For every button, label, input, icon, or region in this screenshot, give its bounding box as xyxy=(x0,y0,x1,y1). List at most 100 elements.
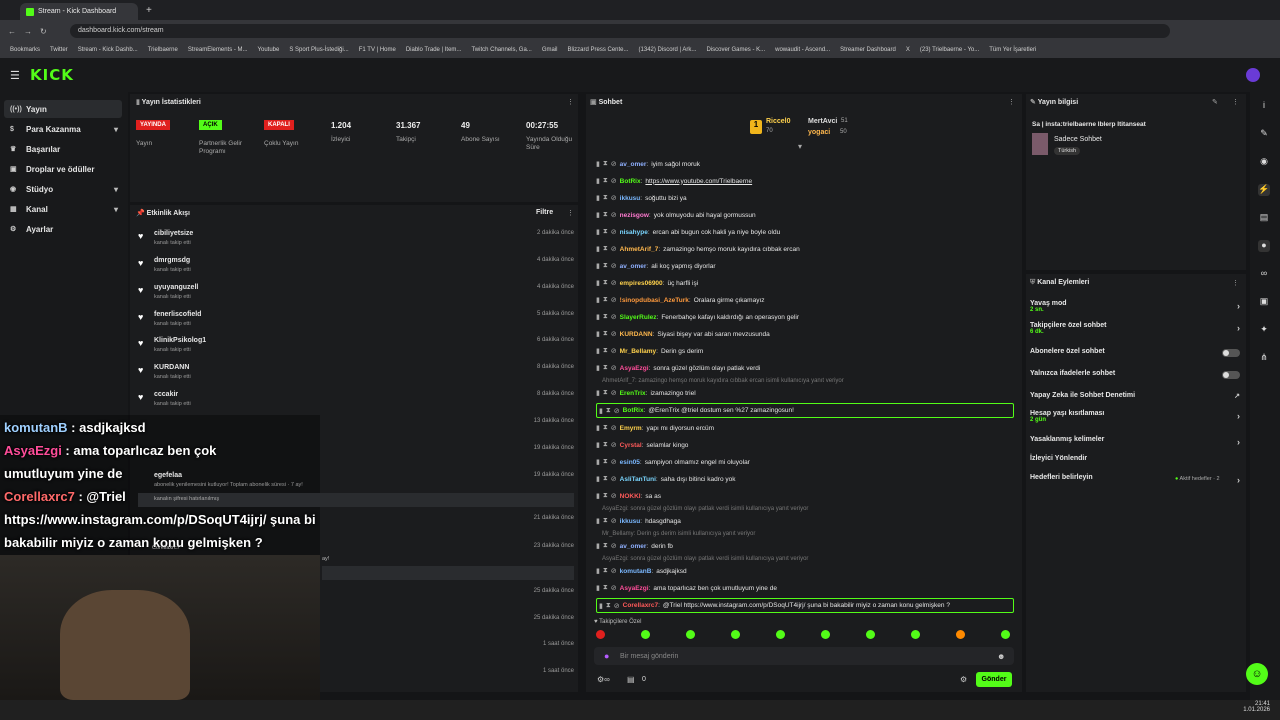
filter-button[interactable]: Filtre xyxy=(536,209,553,216)
top-gifter-2[interactable]: MertAvci xyxy=(808,118,837,125)
browser-tab[interactable]: Stream - Kick Dashboard xyxy=(20,3,138,20)
pin-message-icon[interactable]: ▮ xyxy=(596,517,600,525)
chat-input-placeholder[interactable]: Bir mesaj gönderin xyxy=(620,653,678,660)
bookmark-item[interactable]: Diablo Trade | Item... xyxy=(406,47,462,53)
channel-action[interactable]: Takipçilere özel sohbet 6 dk. › xyxy=(1030,322,1240,335)
bolt-icon[interactable]: ⚡ xyxy=(1258,184,1270,196)
chevron-right-icon[interactable]: › xyxy=(1237,437,1240,447)
chat-username[interactable]: nisahype xyxy=(620,229,648,236)
timeout-icon[interactable]: ⧗ xyxy=(603,517,608,525)
chat-settings-icon[interactable]: ⚙ xyxy=(960,675,967,684)
pin-message-icon[interactable]: ▮ xyxy=(596,458,600,466)
bookmark-item[interactable]: Twitch Channels, Ga... xyxy=(471,47,531,53)
emote-icon[interactable] xyxy=(1001,630,1010,639)
ban-icon[interactable]: ⊘ xyxy=(614,407,620,415)
reload-icon[interactable]: ↻ xyxy=(40,27,47,36)
chat-username[interactable]: AsyaEzgi xyxy=(620,365,649,372)
new-tab-icon[interactable]: + xyxy=(146,5,152,16)
mod-tools-icon[interactable]: ⚙∞ xyxy=(597,675,610,684)
pin-message-icon[interactable]: ▮ xyxy=(596,296,600,304)
chat-username[interactable]: AsyaEzgi xyxy=(620,585,649,592)
menu-icon[interactable]: ☰ xyxy=(10,69,20,82)
timeout-icon[interactable]: ⧗ xyxy=(603,424,608,432)
chevron-right-icon[interactable]: › xyxy=(1237,301,1240,311)
activity-more-icon[interactable]: ⋮ xyxy=(567,209,574,217)
sidebar-item-1[interactable]: $ Para Kazanma ▾ xyxy=(4,120,122,138)
chat-username[interactable]: Cyrstal xyxy=(620,442,642,449)
bookmark-item[interactable]: Streamer Dashboard xyxy=(840,47,896,53)
timeout-icon[interactable]: ⧗ xyxy=(603,492,608,500)
timeout-icon[interactable]: ⧗ xyxy=(603,296,608,304)
timeout-icon[interactable]: ⧗ xyxy=(603,313,608,321)
reply-context[interactable]: AhmetArif_7: zamazingo hemşo moruk kayıd… xyxy=(602,378,844,384)
chat-username[interactable]: Mr_Bellamy xyxy=(620,348,657,355)
chat-username[interactable]: av_omer xyxy=(620,161,647,168)
sidebar-item-5[interactable]: ▦ Kanal ▾ xyxy=(4,200,122,218)
ban-icon[interactable]: ⊘ xyxy=(611,330,617,338)
external-link-icon[interactable]: ↗ xyxy=(1234,392,1240,400)
ban-icon[interactable]: ⊘ xyxy=(614,602,620,610)
emote-icon[interactable] xyxy=(596,630,605,639)
reply-context[interactable]: AsyaEzgi: sonra güzel gözlüm olayı patla… xyxy=(602,506,808,512)
ban-icon[interactable]: ⊘ xyxy=(611,584,617,592)
chat-username[interactable]: BotRix xyxy=(623,407,644,414)
link-icon[interactable]: ∞ xyxy=(1258,268,1270,280)
ban-icon[interactable]: ⊘ xyxy=(611,364,617,372)
chat-username[interactable]: ikkusu xyxy=(620,195,641,202)
clip-icon[interactable]: ▤ xyxy=(627,675,635,684)
timeout-icon[interactable]: ⧗ xyxy=(603,542,608,550)
pin-message-icon[interactable]: ▮ xyxy=(596,228,600,236)
channel-action[interactable]: Yalnızca ifadelerle sohbet xyxy=(1030,370,1240,377)
sidebar-item-6[interactable]: ⚙ Ayarlar xyxy=(4,220,122,238)
chat-username[interactable]: NOKKI xyxy=(620,493,641,500)
bookmark-item[interactable]: F1 TV | Home xyxy=(359,47,396,53)
kick-logo[interactable]: KICK xyxy=(30,66,74,84)
ban-icon[interactable]: ⊘ xyxy=(611,475,617,483)
bookmark-item[interactable]: X xyxy=(906,47,910,53)
chat-icon[interactable]: ● xyxy=(1258,240,1270,252)
pin-message-icon[interactable]: ▮ xyxy=(596,211,600,219)
ban-icon[interactable]: ⊘ xyxy=(611,389,617,397)
timeout-icon[interactable]: ⧗ xyxy=(603,475,608,483)
event-username[interactable]: fenerliscofield xyxy=(154,311,201,318)
channel-action[interactable]: Hesap yaşı kısıtlaması 2 gün › xyxy=(1030,410,1240,423)
emote-icon[interactable] xyxy=(686,630,695,639)
timeout-icon[interactable]: ⧗ xyxy=(606,602,611,610)
info-icon[interactable]: i xyxy=(1258,100,1270,112)
chevron-down-icon[interactable]: ▾ xyxy=(114,125,118,134)
chat-username[interactable]: AsliTanTuni xyxy=(620,476,656,483)
timeout-icon[interactable]: ⧗ xyxy=(603,279,608,287)
ban-icon[interactable]: ⊘ xyxy=(611,177,617,185)
bookmark-item[interactable]: StreamElements - M... xyxy=(188,47,248,53)
ban-icon[interactable]: ⊘ xyxy=(611,441,617,449)
pin-message-icon[interactable]: ▮ xyxy=(599,602,603,610)
channel-action[interactable]: Yavaş mod 2 sn. › xyxy=(1030,300,1240,313)
stats-more-icon[interactable]: ⋮ xyxy=(567,98,574,106)
ban-icon[interactable]: ⊘ xyxy=(611,567,617,575)
chat-username[interactable]: SlayerRulez xyxy=(620,314,657,321)
ban-icon[interactable]: ⊘ xyxy=(611,245,617,253)
timeout-icon[interactable]: ⧗ xyxy=(603,347,608,355)
pin-message-icon[interactable]: ▮ xyxy=(596,262,600,270)
event-username[interactable]: uyuyanguzell xyxy=(154,284,198,291)
url-input[interactable]: dashboard.kick.com/stream xyxy=(70,24,1170,38)
bookmark-item[interactable]: Discover Games - K... xyxy=(706,47,765,53)
channel-action[interactable]: İzleyici Yönlendir xyxy=(1030,455,1240,462)
wrench-icon[interactable]: ✦ xyxy=(1258,324,1270,336)
bookmark-item[interactable]: Youtube xyxy=(258,47,280,53)
event-username[interactable]: cccakir xyxy=(154,391,178,398)
timeout-icon[interactable]: ⧗ xyxy=(606,407,611,415)
ban-icon[interactable]: ⊘ xyxy=(611,492,617,500)
send-button[interactable]: Gönder xyxy=(976,672,1012,687)
chevron-down-icon[interactable]: ▾ xyxy=(114,185,118,194)
timeout-icon[interactable]: ⧗ xyxy=(603,211,608,219)
sidebar-item-0[interactable]: ((•)) Yayın xyxy=(4,100,122,118)
timeout-icon[interactable]: ⧗ xyxy=(603,194,608,202)
chat-username[interactable]: Emyrm xyxy=(620,425,642,432)
timeout-icon[interactable]: ⧗ xyxy=(603,567,608,575)
ban-icon[interactable]: ⊘ xyxy=(611,424,617,432)
stream-info-more-icon[interactable]: ⋮ xyxy=(1232,98,1239,106)
timeout-icon[interactable]: ⧗ xyxy=(603,441,608,449)
chat-text[interactable]: https://www.youtube.com/Trielbaerne xyxy=(645,178,752,185)
pin-message-icon[interactable]: ▮ xyxy=(596,245,600,253)
